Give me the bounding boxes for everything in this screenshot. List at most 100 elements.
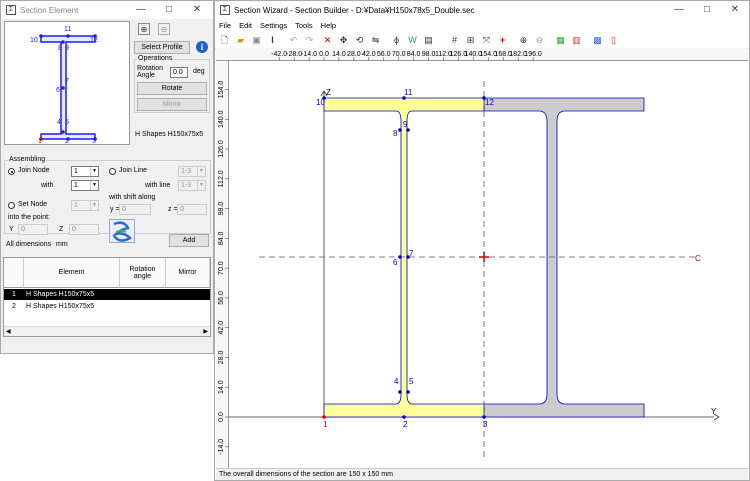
properties-icon[interactable]: ϕ xyxy=(391,35,402,46)
new-file-icon[interactable]: 🗋 xyxy=(219,35,230,46)
join-line-select[interactable]: 1-3 ▼ xyxy=(178,166,206,177)
window-title: Section Wizard - Section Builder - D:¥Da… xyxy=(234,5,475,15)
scroll-right-icon[interactable]: ▶ xyxy=(203,327,208,337)
node-2[interactable] xyxy=(402,415,406,419)
chevron-down-icon: ▼ xyxy=(90,201,98,210)
section-canvas[interactable]: Y Z C 1 2 3 4 5 6 7 8 9 10 11 12 xyxy=(229,61,748,468)
print-icon[interactable]: ▩ xyxy=(592,35,603,46)
zoom-out-icon[interactable]: ⊖ xyxy=(158,23,170,35)
node-3[interactable] xyxy=(482,415,486,419)
point-Z-input[interactable]: 0 xyxy=(69,224,99,235)
app-icon: Σ xyxy=(220,5,230,15)
point-Z-label: Z xyxy=(59,226,64,233)
table-row[interactable]: 2 H Shapes H150x75x5 xyxy=(4,301,210,312)
join-node-select[interactable]: 1 ▼ xyxy=(71,166,99,177)
join-line-value: 1-3 xyxy=(181,168,192,175)
table-header-mirror[interactable]: Mirror xyxy=(166,258,210,288)
grid-icon[interactable]: # xyxy=(449,35,460,46)
menu-tools[interactable]: Tools xyxy=(291,19,317,33)
table-header-element[interactable]: Element xyxy=(24,258,120,288)
snap-node-icon[interactable]: ⤧ xyxy=(481,35,492,46)
join-node-radio[interactable] xyxy=(8,168,15,175)
preview-node-label: 1 xyxy=(38,138,42,144)
centroid-icon[interactable]: + xyxy=(497,35,508,46)
node-4[interactable] xyxy=(398,390,402,394)
profile-preview: 10 11 12 8 9 7 6 4 5 1 2 3 xyxy=(4,21,130,145)
menu-help[interactable]: Help xyxy=(317,19,340,33)
section-icon[interactable]: I xyxy=(267,35,278,46)
point-Y-input[interactable]: 0 xyxy=(18,224,48,235)
chevron-down-icon: ▼ xyxy=(197,181,205,190)
rotate-icon[interactable]: ⟲ xyxy=(354,35,365,46)
color-scale-icon[interactable]: ▥ xyxy=(571,35,582,46)
y-ruler-tick-label: 42.0 xyxy=(218,321,225,335)
shift-y-input[interactable]: 0 xyxy=(119,204,151,215)
node-1[interactable] xyxy=(322,415,326,419)
undo-icon[interactable]: ↶ xyxy=(288,35,299,46)
zoom-out-icon[interactable]: ⊖ xyxy=(534,35,545,46)
mirror-button[interactable]: Mirror xyxy=(137,98,207,111)
node-label: 2 xyxy=(403,420,408,429)
scroll-left-icon[interactable]: ◀ xyxy=(6,327,11,337)
row-index: 2 xyxy=(12,303,16,310)
minimize-button[interactable]: — xyxy=(665,1,693,19)
node-8[interactable] xyxy=(398,128,402,132)
table-header-rotation[interactable]: Rotation angle xyxy=(120,258,166,288)
mirror-icon[interactable]: ⇋ xyxy=(370,35,381,46)
profile-preview-svg: 10 11 12 8 9 7 6 4 5 1 2 3 xyxy=(30,26,98,145)
preview-node xyxy=(61,130,65,134)
open-folder-icon[interactable]: ▰ xyxy=(235,35,246,46)
preview-node-label: 12 xyxy=(90,37,98,44)
y-ruler-tick-label: 126.0 xyxy=(218,140,225,158)
first-h-section[interactable] xyxy=(323,97,485,418)
delete-icon[interactable]: ✕ xyxy=(322,35,333,46)
maximize-button[interactable]: □ xyxy=(155,1,183,19)
rotation-angle-input[interactable]: 0.0 xyxy=(170,67,188,78)
preview-node xyxy=(61,86,65,90)
join-line-radio[interactable] xyxy=(109,168,116,175)
select-profile-button[interactable]: Select Profile xyxy=(134,41,190,54)
clipboard-icon[interactable]: ▯ xyxy=(608,35,619,46)
shift-z-input[interactable]: 0 xyxy=(177,204,207,215)
close-button[interactable]: ✕ xyxy=(183,1,211,19)
horizontal-scrollbar[interactable]: ◀ ▶ xyxy=(4,326,210,336)
node-6[interactable] xyxy=(398,255,402,259)
set-node-select[interactable]: 1 ▼ xyxy=(71,200,99,211)
minimize-button[interactable]: — xyxy=(127,1,155,19)
redo-icon[interactable]: ↷ xyxy=(304,35,315,46)
node-label: 10 xyxy=(316,98,325,107)
warping-icon[interactable]: W xyxy=(407,35,418,46)
snap-grid-icon[interactable]: ⊞ xyxy=(465,35,476,46)
chart-icon[interactable]: ▦ xyxy=(555,35,566,46)
add-button[interactable]: Add xyxy=(169,234,209,247)
menu-edit[interactable]: Edit xyxy=(235,19,256,33)
y-ruler-tick-label: -14.0 xyxy=(218,439,225,455)
menu-file[interactable]: File xyxy=(215,19,235,33)
info-icon[interactable]: i xyxy=(196,41,208,53)
set-node-radio[interactable] xyxy=(8,202,15,209)
chevron-down-icon: ▼ xyxy=(197,167,205,176)
node-5[interactable] xyxy=(406,390,410,394)
zoom-in-icon[interactable]: ⊕ xyxy=(518,35,529,46)
with-node-select[interactable]: 1 ▼ xyxy=(71,180,99,191)
dimensions-unit: mm xyxy=(56,241,68,248)
preview-node-label: 6 xyxy=(56,87,60,94)
with-line-select[interactable]: 1-3 ▼ xyxy=(178,180,206,191)
zoom-in-icon[interactable]: ⊕ xyxy=(138,23,150,35)
save-icon[interactable]: ▣ xyxy=(251,35,262,46)
assembling-legend: Assembling xyxy=(8,156,47,163)
logo-icon xyxy=(109,219,135,243)
axis-z-label: Z xyxy=(326,88,331,97)
node-label: 3 xyxy=(483,420,488,429)
second-h-section[interactable] xyxy=(483,97,645,418)
point-Y-label: Y xyxy=(9,226,14,233)
table-row[interactable]: 1 H Shapes H150x75x5 xyxy=(4,289,210,300)
centroid-marker xyxy=(479,252,489,262)
menu-settings[interactable]: Settings xyxy=(256,19,291,33)
maximize-button[interactable]: □ xyxy=(693,1,721,19)
move-icon[interactable]: ✥ xyxy=(338,35,349,46)
x-ruler-tick-label: -42.0 xyxy=(271,51,287,58)
close-button[interactable]: ✕ xyxy=(721,1,749,19)
report-icon[interactable]: ▤ xyxy=(423,35,434,46)
rotate-button[interactable]: Rotate xyxy=(137,82,207,95)
